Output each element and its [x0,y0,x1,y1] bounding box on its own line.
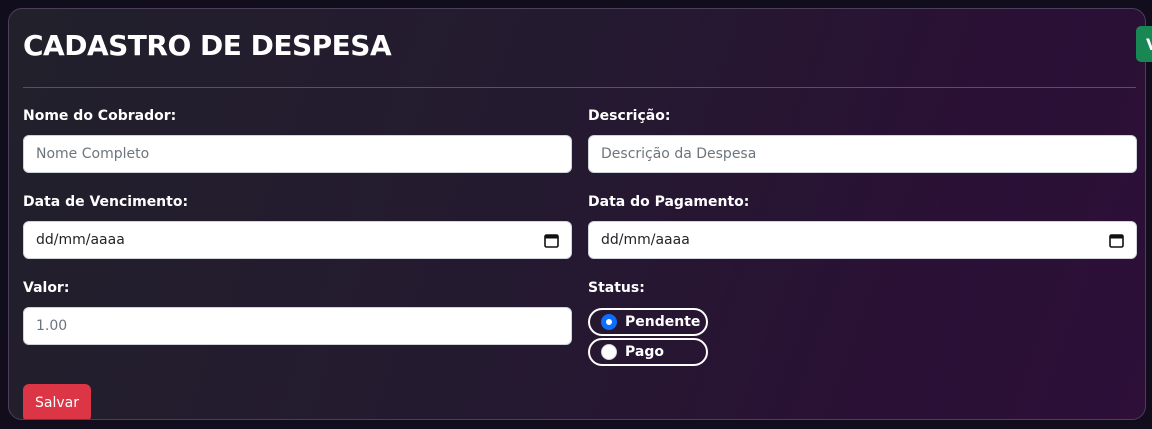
data-pagamento-input[interactable]: dd/mm/aaaa [588,221,1137,259]
valor-input[interactable]: 1.00 [23,307,572,345]
expense-form-panel: CADASTRO DE DESPESA Nome do Cobrador: No… [8,8,1146,420]
radio-pago[interactable] [601,344,617,360]
descricao-input[interactable]: Descrição da Despesa [588,135,1137,173]
radio-pendente[interactable] [601,314,617,330]
calendar-icon[interactable] [544,233,559,248]
status-label: Status: [588,280,645,296]
corner-action-button[interactable]: V [1136,26,1152,62]
calendar-icon[interactable] [1109,233,1124,248]
descricao-label: Descrição: [588,108,671,124]
nome-cobrador-placeholder: Nome Completo [36,146,150,162]
data-pagamento-value: dd/mm/aaaa [601,232,690,248]
page-title: CADASTRO DE DESPESA [23,29,392,62]
data-vencimento-input[interactable]: dd/mm/aaaa [23,221,572,259]
status-option-pendente[interactable]: Pendente [588,308,708,336]
descricao-placeholder: Descrição da Despesa [601,146,757,162]
title-divider [23,87,1136,88]
save-button[interactable]: Salvar [23,384,91,419]
data-vencimento-label: Data de Vencimento: [23,194,189,210]
status-option-pago[interactable]: Pago [588,338,708,366]
status-option-label: Pago [625,344,664,360]
nome-cobrador-label: Nome do Cobrador: [23,108,177,124]
data-pagamento-label: Data do Pagamento: [588,194,750,210]
status-option-label: Pendente [625,314,701,330]
valor-placeholder: 1.00 [36,318,68,334]
nome-cobrador-input[interactable]: Nome Completo [23,135,572,173]
valor-label: Valor: [23,280,70,296]
data-vencimento-value: dd/mm/aaaa [36,232,125,248]
